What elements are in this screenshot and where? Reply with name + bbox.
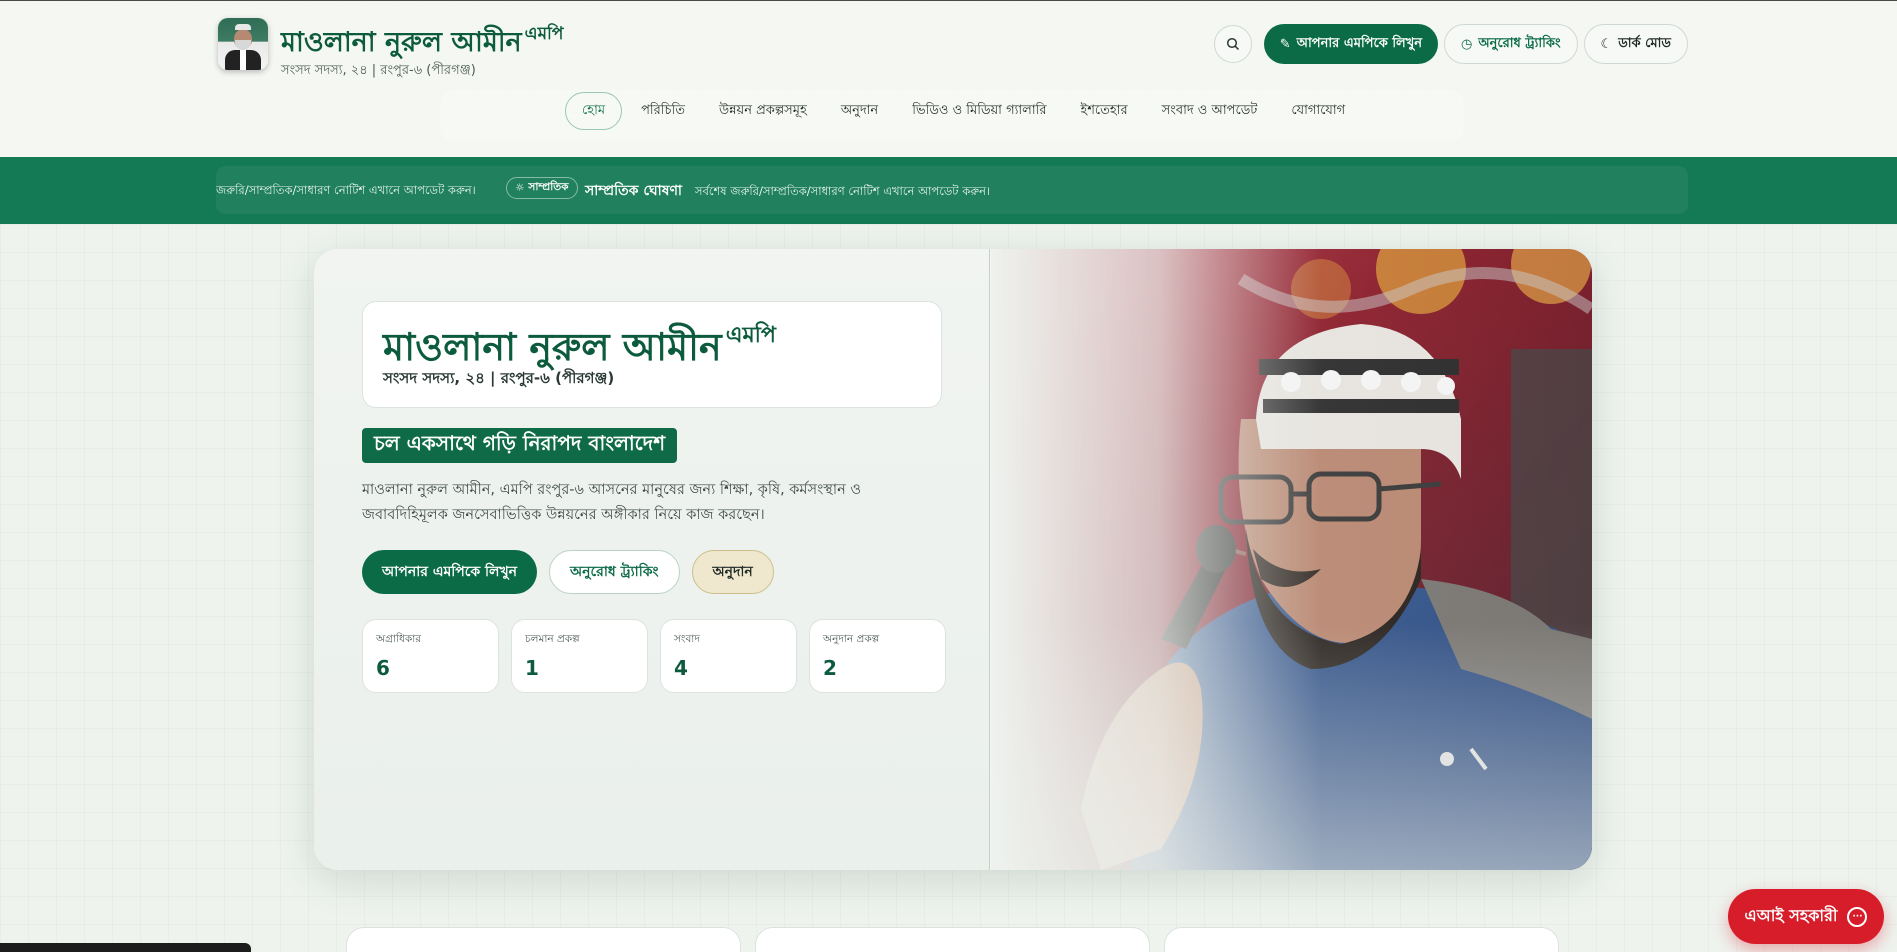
stat-value: 2 [823,656,837,680]
hero-request-tracking-button[interactable]: অনুরোধ ট্র্যাকিং [549,550,680,594]
stat-label: অগ্রাধিকার [376,633,422,645]
clock-icon: ◷ [1461,36,1473,52]
ticker-scroll-text: জরুরি/সাম্প্রতিক/সাধারণ নোটিশ এখানে আপডে… [216,183,476,197]
site-header: মাওলানা নুরুল আমীন এমপি সংসদ সদস্য, ২৪ | … [0,1,1897,157]
hero-name-card: মাওলানা নুরুল আমীন এমপি সংসদ সদস্য, ২৪ | … [362,301,942,408]
request-tracking-label: অনুরোধ ট্র্যাকিং [1478,35,1561,51]
hero-buttons: আপনার এমপিকে লিখুন অনুরোধ ট্র্যাকিং অনুদ… [362,550,774,594]
moon-icon: ☾ [1600,36,1613,52]
stat-label: অনুদান প্রকল্প [823,633,880,645]
request-tracking-button[interactable]: ◷ অনুরোধ ট্র্যাকিং [1444,24,1578,64]
hero-subtitle: সংসদ সদস্য, ২৪ | রংপুর-৬ (পীরগঞ্জ) [383,369,615,387]
stat-value: 6 [376,656,390,680]
stat-card-ongoing-projects: চলমান প্রকল্প 1 [511,619,648,693]
header-actions: ✎ আপনার এমপিকে লিখুন ◷ অনুরোধ ট্র্যাকিং … [1213,24,1688,64]
portrait-illustration [991,249,1592,870]
stat-card-news: সংবাদ 4 [660,619,797,693]
search-button[interactable] [1213,25,1252,63]
dark-mode-toggle[interactable]: ☾ ডার্ক মোড [1583,24,1688,64]
ai-assistant-label: এআই সহকারী [1744,906,1838,925]
main-nav: হোম পরিচিতি উন্নয়ন প্রকল্পসমূহ অনুদান ভ… [565,92,1362,130]
nav-about[interactable]: পরিচিতি [624,92,702,130]
dark-mode-label: ডার্ক মোড [1618,35,1671,51]
ticker-track: জরুরি/সাম্প্রতিক/সাধারণ নোটিশ এখানে আপডে… [216,166,1688,214]
ticker-badge: ☼ সাম্প্রতিক [506,177,578,199]
feature-card-1[interactable] [346,927,741,952]
hero-slogan: চল একসাথে গড়ি নিরাপদ বাংলাদেশ [362,428,678,463]
stat-card-grant-projects: অনুদান প্রকল্প 2 [809,619,946,693]
nav-home[interactable]: হোম [565,92,623,130]
hero-description: মাওলানা নুরুল আমীন, এমপি রংপুর-৬ আসনের ম… [362,482,862,523]
stat-label: চলমান প্রকল্প [525,633,580,645]
hero-content: মাওলানা নুরুল আমীন এমপি সংসদ সদস্য, ২৪ | … [314,249,990,870]
stat-label: সংবাদ [674,633,700,645]
announcement-ticker: জরুরি/সাম্প্রতিক/সাধারণ নোটিশ এখানে আপডে… [0,157,1897,224]
stat-value: 1 [525,656,539,680]
ticker-latest-text: সর্বশেষ জরুরি/সাম্প্রতিক/সাধারণ নোটিশ এখ… [694,184,991,198]
ticker-badge-label: সাম্প্রতিক [528,180,569,193]
write-mp-button[interactable]: ✎ আপনার এমপিকে লিখুন [1263,24,1439,64]
stat-card-priorities: অগ্রাধিকার 6 [362,619,499,693]
stat-value: 4 [674,656,688,680]
nav-development-projects[interactable]: উন্নয়ন প্রকল্পসমূহ [702,92,824,130]
nav-contact[interactable]: যোগাযোগ [1274,92,1362,130]
nav-grant[interactable]: অনুদান [824,92,895,130]
brand[interactable]: মাওলানা নুরুল আমীন এমপি সংসদ সদস্য, ২৪ | … [218,18,563,82]
nav-news-updates[interactable]: সংবাদ ও আপডেট [1145,92,1275,130]
edit-icon: ✎ [1279,36,1291,52]
brand-subtitle: সংসদ সদস্য, ২৪ | রংপুর-৬ (পীরগঞ্জ) [281,63,476,78]
ticker-title: সাম্প্রতিক ঘোষণা সর্বশেষ জরুরি/সাম্প্রতি… [585,183,991,199]
hero-write-mp-button[interactable]: আপনার এমপিকে লিখুন [362,550,538,594]
browser-status-bar [0,943,251,952]
nav-media-gallery[interactable]: ভিডিও ও মিডিয়া গ্যালারি [895,92,1063,130]
search-icon [1226,37,1239,51]
hero-stats: অগ্রাধিকার 6 চলমান প্রকল্প 1 সংবাদ 4 অনু… [362,619,946,693]
feature-card-2[interactable] [755,927,1150,952]
ai-assistant-button[interactable]: এআই সহকারী ··· [1728,889,1884,944]
feature-card-3[interactable] [1164,927,1559,952]
chat-icon: ··· [1847,906,1868,927]
brand-name: মাওলানা নুরুল আমীন এমপি [281,24,564,58]
hero-portrait-photo [991,249,1592,870]
hero-section: মাওলানা নুরুল আমীন এমপি সংসদ সদস্য, ২৪ | … [314,249,1592,870]
nav-manifesto[interactable]: ইশতেহার [1063,92,1144,130]
hero-grant-button[interactable]: অনুদান [691,550,774,594]
write-mp-label: আপনার এমপিকে লিখুন [1296,35,1423,51]
brand-name-suffix: এমপি [524,24,564,44]
hero-name-suffix: এমপি [725,323,776,348]
mp-avatar [218,18,268,70]
sun-icon: ☼ [515,182,525,194]
